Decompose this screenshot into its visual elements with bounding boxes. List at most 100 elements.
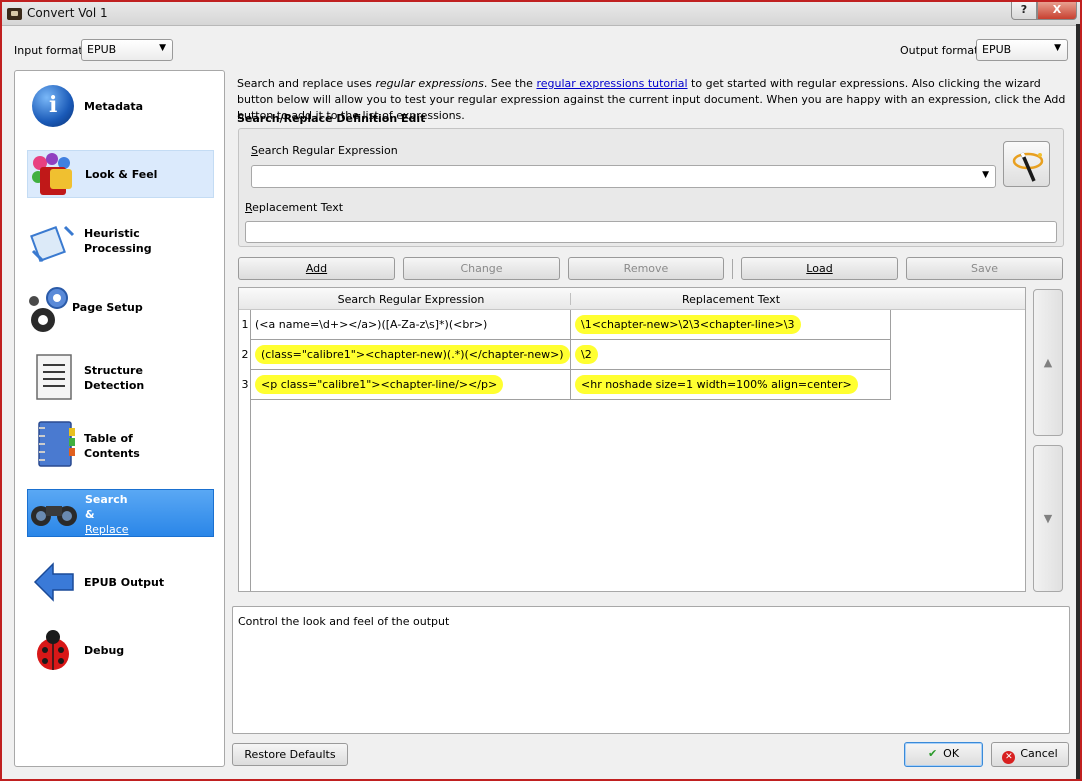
- checkmark-icon: ✔: [927, 747, 938, 760]
- sidebar-item-debug[interactable]: Debug: [27, 626, 214, 674]
- output-format-select[interactable]: EPUB ▼: [976, 39, 1068, 61]
- chevron-down-icon: ▼: [982, 170, 989, 180]
- search-regex-combo[interactable]: ▼: [251, 165, 996, 188]
- sidebar-item-label: EPUB Output: [84, 576, 165, 589]
- cancel-button[interactable]: ✕ Cancel: [991, 742, 1069, 767]
- cell-text-highlighted: (class="calibre1"><chapter-new)(.*)(</ch…: [255, 345, 570, 364]
- intro-text-2: . See the: [483, 77, 537, 90]
- restore-defaults-label: Restore Defaults: [244, 748, 336, 761]
- sidebar-item-label-line2: Processing: [84, 242, 152, 255]
- restore-defaults-button[interactable]: Restore Defaults: [232, 743, 348, 766]
- search-regex-label: Search Regular Expression: [251, 144, 398, 157]
- sidebar-item-label: Structure: [84, 364, 143, 377]
- cell-text-highlighted: \2: [575, 345, 598, 364]
- sidebar-item-search-replace[interactable]: Search & Replace: [27, 489, 214, 537]
- chevron-down-icon: ▼: [1054, 43, 1061, 53]
- load-button[interactable]: Load: [741, 257, 898, 280]
- column-header-search[interactable]: Search Regular Expression: [251, 293, 571, 306]
- table-cell-search[interactable]: (class="calibre1"><chapter-new)(.*)(</ch…: [251, 340, 571, 370]
- sidebar-item-label: Heuristic: [84, 227, 140, 240]
- window-title: Convert Vol 1: [27, 6, 108, 20]
- row-number: 1: [241, 318, 249, 331]
- sidebar-item-heuristic-processing[interactable]: Heuristic Processing: [27, 217, 214, 265]
- title-bar: Convert Vol 1 ? X: [2, 2, 1080, 26]
- search-regex-label-rest: earch Regular Expression: [257, 144, 398, 157]
- cell-text: (<a name=\d+></a>)([A-Za-z\s]*)(<br>): [255, 318, 488, 331]
- notebook-icon: [38, 421, 75, 467]
- cell-text-highlighted: \1<chapter-new>\2\3<chapter-line>\3: [575, 315, 801, 334]
- heuristic-arrows-icon: [30, 225, 75, 263]
- remove-button-label: Remove: [623, 262, 669, 275]
- sidebar-item-label: Table of: [84, 432, 133, 445]
- chevron-down-icon: ▼: [159, 43, 166, 53]
- sidebar-item-label-line2: Contents: [84, 447, 140, 460]
- ladybug-icon: [37, 630, 69, 670]
- table-cell-search[interactable]: (<a name=\d+></a>)([A-Za-z\s]*)(<br>): [251, 310, 571, 340]
- row-number: 3: [241, 378, 249, 391]
- load-button-label: Load: [806, 262, 833, 275]
- sidebar-item-label: Search: [85, 493, 128, 506]
- ok-button[interactable]: ✔ OK: [904, 742, 983, 767]
- help-description-text: Control the look and feel of the output: [238, 615, 450, 628]
- paint-palette-icon: [32, 153, 72, 195]
- input-format-select[interactable]: EPUB ▼: [81, 39, 173, 61]
- back-arrow-icon: [33, 562, 74, 602]
- table-cell-replacement[interactable]: <hr noshade size=1 width=100% align=cent…: [571, 370, 891, 400]
- button-separator: [732, 259, 733, 279]
- cancel-button-label: Cancel: [1020, 747, 1058, 760]
- intro-text-1: Search and replace uses: [237, 77, 376, 90]
- sidebar-item-label: Debug: [84, 644, 125, 657]
- close-window-button[interactable]: X: [1037, 2, 1077, 20]
- help-description-box: Control the look and feel of the output: [232, 606, 1070, 734]
- change-button-label: Change: [460, 262, 503, 275]
- sidebar: i Metadata Look & Feel Heuristic Process…: [14, 70, 225, 767]
- input-format-value: EPUB: [87, 43, 117, 56]
- cell-text-highlighted: <p class="calibre1"><chapter-line/></p>: [255, 375, 504, 394]
- expressions-table: Search Regular Expression Replacement Te…: [238, 287, 1026, 592]
- magic-wand-icon: [1012, 152, 1044, 182]
- sidebar-item-metadata[interactable]: i Metadata: [27, 83, 214, 131]
- output-format-label: Output format:: [900, 44, 983, 57]
- sidebar-item-label: Look & Feel: [85, 168, 158, 181]
- definition-edit-title: Search/Replace Definition Edit: [237, 112, 426, 125]
- sidebar-item-label-line2: &: [85, 508, 95, 521]
- input-format-label: Input format:: [14, 44, 87, 57]
- move-down-button[interactable]: ▼: [1033, 445, 1063, 592]
- help-button[interactable]: ?: [1011, 2, 1037, 20]
- replacement-text-label: Replacement Text: [245, 201, 344, 214]
- sidebar-item-page-setup[interactable]: Page Setup: [27, 284, 214, 332]
- add-button[interactable]: Add: [238, 257, 395, 280]
- window-edge: [1076, 24, 1080, 779]
- intro-em: regular expressions: [375, 77, 484, 90]
- sidebar-item-table-of-contents[interactable]: Table of Contents: [27, 420, 214, 468]
- table-cell-replacement[interactable]: \1<chapter-new>\2\3<chapter-line>\3: [571, 310, 891, 340]
- sidebar-item-label: Metadata: [84, 100, 144, 113]
- sidebar-item-look-feel[interactable]: Look & Feel: [27, 150, 214, 198]
- remove-button[interactable]: Remove: [568, 257, 724, 280]
- add-button-label: Add: [305, 262, 328, 275]
- sidebar-item-label-line3: Replace: [85, 523, 129, 536]
- arrow-up-icon: ▲: [1043, 356, 1053, 369]
- sidebar-item-structure-detection[interactable]: Structure Detection: [27, 351, 214, 400]
- sidebar-item-label: Page Setup: [72, 301, 143, 314]
- regex-tutorial-link[interactable]: regular expressions tutorial: [536, 77, 687, 90]
- regex-wizard-button[interactable]: [1003, 141, 1050, 187]
- row-number: 2: [241, 348, 249, 361]
- binoculars-icon: [31, 506, 77, 526]
- calibre-app-icon: [7, 8, 22, 20]
- move-up-button[interactable]: ▲: [1033, 289, 1063, 436]
- change-button[interactable]: Change: [403, 257, 560, 280]
- ok-button-label: OK: [943, 747, 960, 760]
- table-cell-replacement[interactable]: \2: [571, 340, 891, 370]
- document-icon: [36, 354, 72, 400]
- column-header-replacement[interactable]: Replacement Text: [571, 293, 891, 306]
- sidebar-item-epub-output[interactable]: EPUB Output: [27, 558, 214, 606]
- replacement-text-label-rest: eplacement Text: [252, 201, 344, 214]
- table-cell-search[interactable]: <p class="calibre1"><chapter-line/></p>: [251, 370, 571, 400]
- arrow-down-icon: ▼: [1043, 512, 1053, 525]
- cancel-icon: ✕: [1002, 751, 1016, 764]
- save-button[interactable]: Save: [906, 257, 1063, 280]
- table-header: Search Regular Expression Replacement Te…: [239, 288, 1025, 310]
- replacement-text-input[interactable]: [245, 221, 1057, 243]
- convert-dialog: Convert Vol 1 ? X Input format: EPUB ▼ O…: [0, 0, 1082, 781]
